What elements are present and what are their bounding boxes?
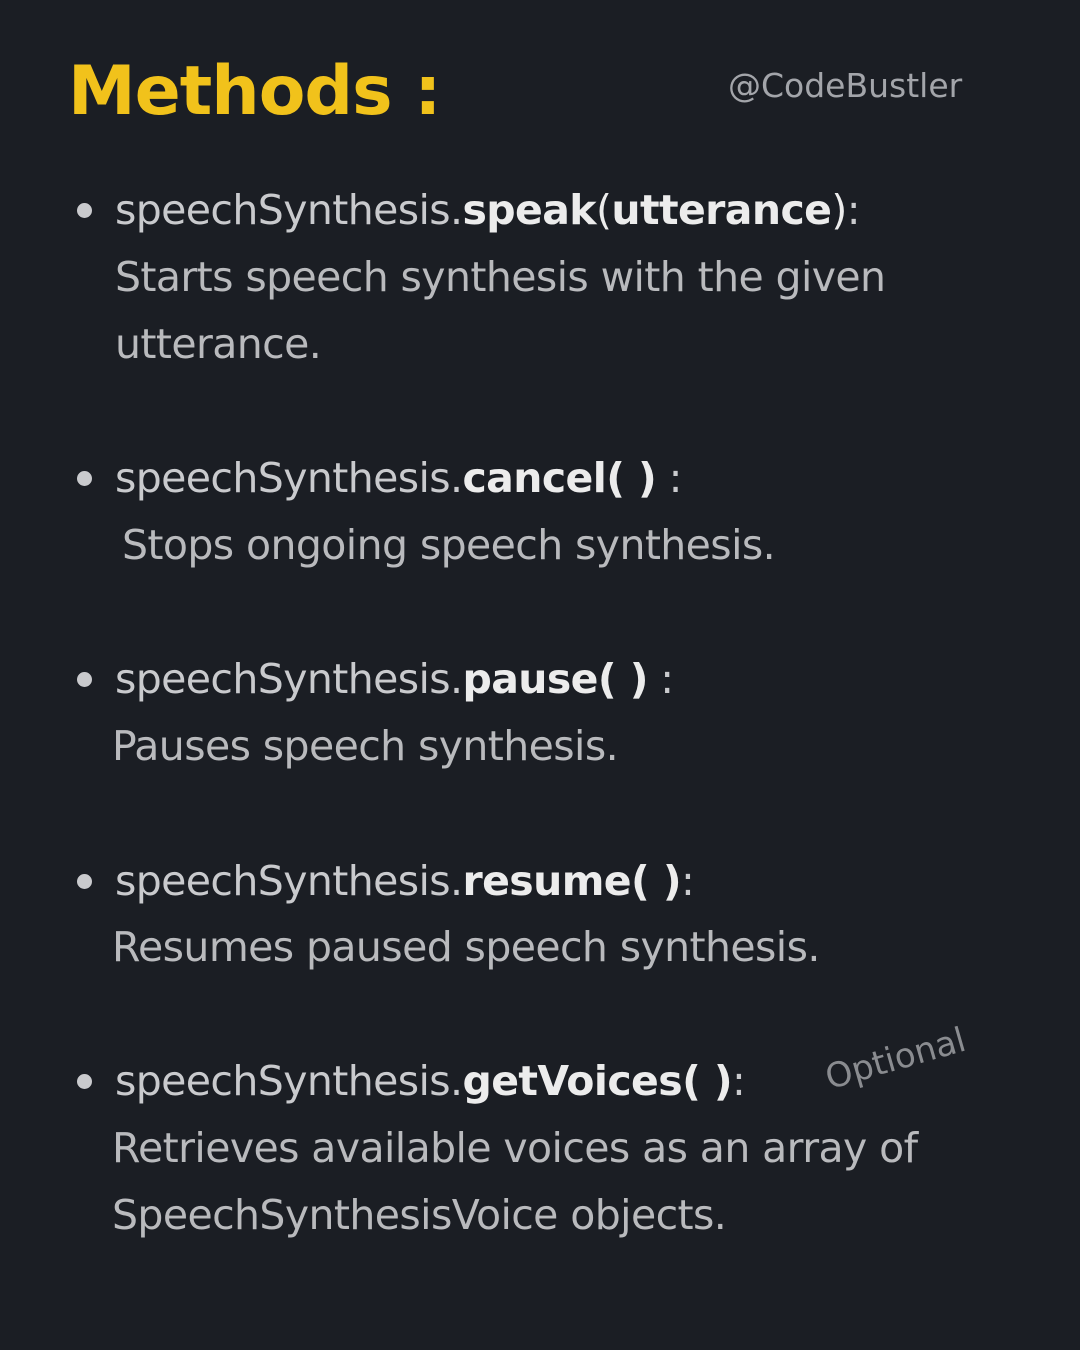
optional-tag: Optional [820, 1019, 971, 1098]
description-line: Starts speech synthesis with the given [115, 253, 886, 301]
parens: ( ) [631, 857, 682, 905]
method-signature-getvoices: speechSynthesis.getVoices( ): [115, 1047, 746, 1115]
description-line: SpeechSynthesisVoice objects. [112, 1191, 727, 1239]
object-name: speechSynthesis. [115, 655, 463, 703]
method-description-speak: Starts speech synthesis with the given u… [115, 244, 1045, 378]
close-paren: ) [831, 186, 847, 234]
object-name: speechSynthesis. [115, 1057, 463, 1105]
open-paren: ( [595, 186, 612, 234]
description-line: utterance. [115, 320, 322, 368]
method-name: resume [462, 857, 632, 905]
method-name: cancel [462, 454, 607, 502]
description-line: Retrieves available voices as an array o… [112, 1124, 918, 1172]
parens: ( ) [682, 1057, 733, 1105]
method-name: getVoices [462, 1057, 683, 1105]
colon: : [680, 857, 695, 905]
method-description-resume: Resumes paused speech synthesis. [112, 914, 1042, 981]
method-name: speak [462, 186, 596, 234]
method-description-cancel: Stops ongoing speech synthesis. [122, 512, 1052, 579]
object-name: speechSynthesis. [115, 857, 463, 905]
method-description-pause: Pauses speech synthesis. [112, 713, 1042, 780]
author-handle: @CodeBustler [728, 66, 963, 105]
method-name: pause [462, 655, 598, 703]
object-name: speechSynthesis. [115, 454, 463, 502]
bullet-icon [77, 471, 92, 486]
bullet-icon [77, 874, 92, 889]
object-name: speechSynthesis. [115, 186, 463, 234]
bullet-icon [77, 203, 92, 218]
colon: : [732, 1057, 746, 1105]
description-line: Stops ongoing speech synthesis. [122, 521, 776, 569]
bullet-icon [77, 1074, 92, 1089]
method-signature-resume: speechSynthesis.resume( ): [115, 847, 695, 915]
page-title: Methods : [68, 52, 441, 131]
colon: : [647, 655, 674, 703]
method-signature-cancel: speechSynthesis.cancel( ) : [115, 444, 682, 512]
description-line: Resumes paused speech synthesis. [112, 923, 820, 971]
method-description-getvoices: Retrieves available voices as an array o… [112, 1115, 1042, 1249]
method-signature-speak: speechSynthesis.speak(utterance): [115, 176, 861, 244]
param-name: utterance [611, 186, 832, 234]
bullet-icon [77, 672, 92, 687]
parens: ( ) [597, 655, 649, 703]
description-line: Pauses speech synthesis. [112, 722, 619, 770]
colon: : [846, 186, 861, 234]
colon: : [656, 454, 683, 502]
method-signature-pause: speechSynthesis.pause( ) : [115, 645, 674, 713]
parens: ( ) [606, 454, 657, 502]
